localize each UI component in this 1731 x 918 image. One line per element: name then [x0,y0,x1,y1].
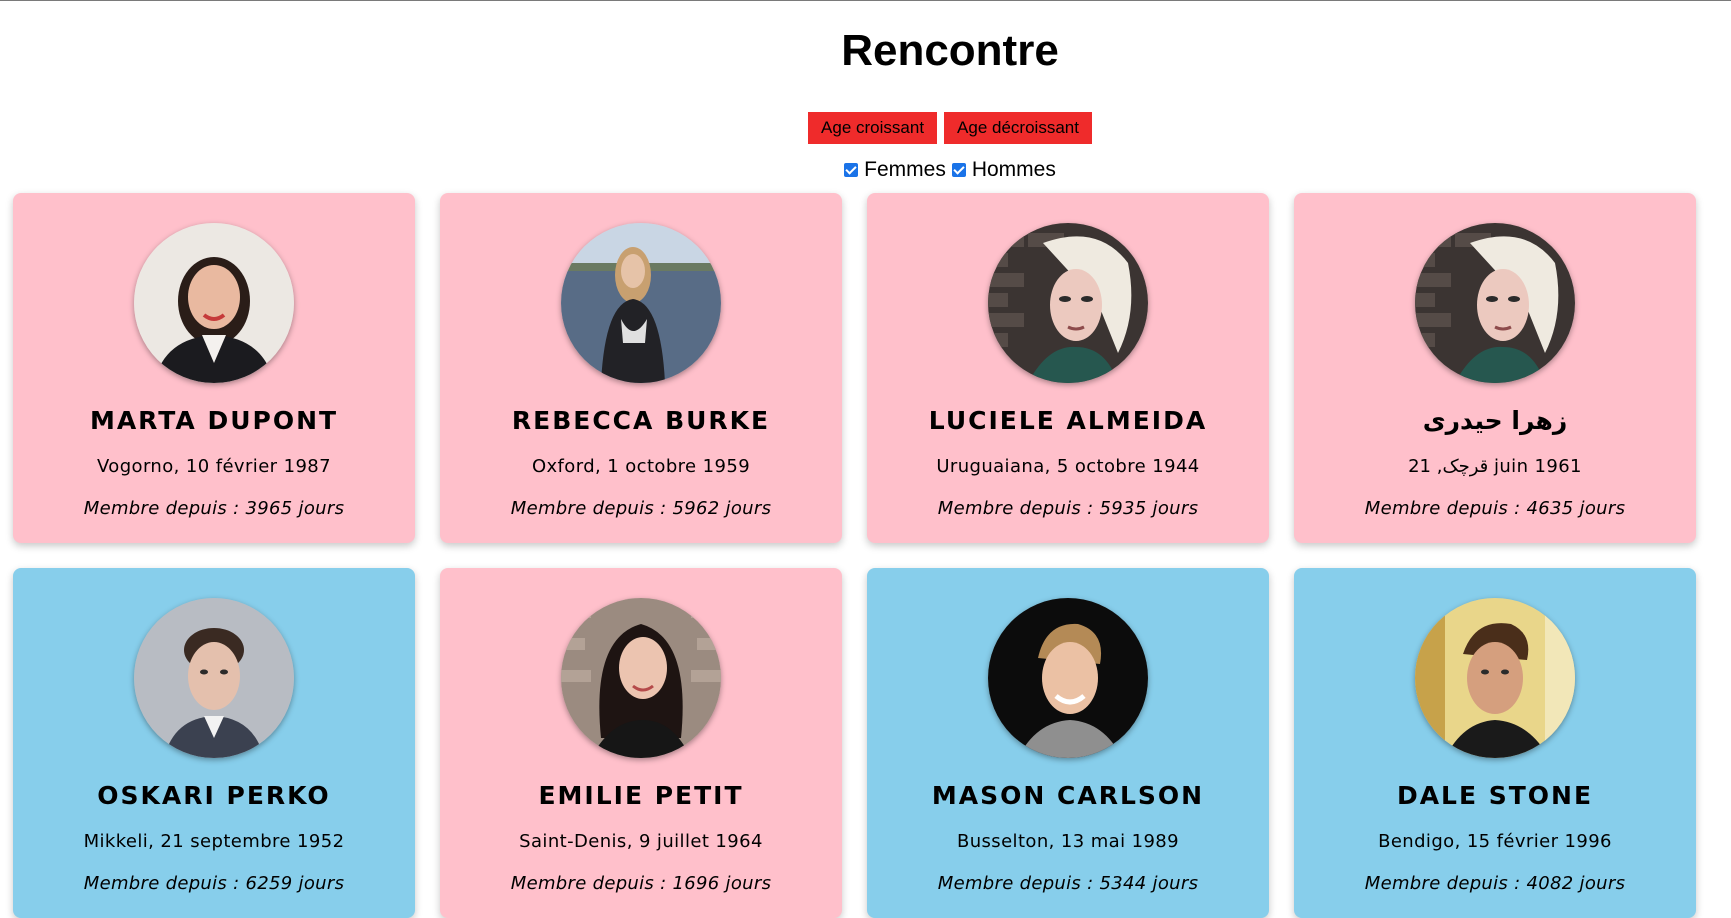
profile-name: زهرا حیدری [1422,406,1568,435]
profile-member-since: Membre depuis : 5344 jours [937,873,1199,894]
avatar [134,223,294,383]
profile-name: DALE STONE [1396,781,1594,810]
avatar [988,223,1148,383]
woman-platinum-hair-brick-wall-photo-icon [988,223,1148,383]
profile-birth: Bendigo, 15 février 1996 [1378,831,1612,852]
profile-member-since: Membre depuis : 4635 jours [1364,498,1626,519]
profile-member-since: Membre depuis : 4082 jours [1364,873,1626,894]
men-label: Hommes [971,158,1056,181]
profile-birth: Busselton, 13 mai 1989 [956,831,1180,852]
profile-card[interactable]: REBECCA BURKE Oxford, 1 octobre 1959 Mem… [440,193,842,543]
profile-name: LUCIELE ALMEIDA [928,406,1208,435]
woman-long-dark-hair-brick-photo-icon [561,598,721,758]
profile-name: MASON CARLSON [931,781,1205,810]
avatar [1415,223,1575,383]
men-checkbox[interactable] [951,163,966,177]
profile-member-since: Membre depuis : 6259 jours [83,873,345,894]
profile-card[interactable]: OSKARI PERKO Mikkeli, 21 septembre 1952 … [13,568,415,918]
profile-birth: Uruguaiana, 5 octobre 1944 [936,456,1200,477]
profile-name: REBECCA BURKE [511,406,771,435]
gender-filter: Femmes Hommes [0,158,1731,182]
filter-men[interactable]: Hommes [951,158,1056,182]
profile-name: MARTA DUPONT [89,406,339,435]
profile-card[interactable]: LUCIELE ALMEIDA Uruguaiana, 5 octobre 19… [867,193,1269,543]
profile-member-since: Membre depuis : 1696 jours [510,873,772,894]
profile-birth: Vogorno, 10 février 1987 [96,456,331,477]
profile-birth: Mikkeli, 21 septembre 1952 [83,831,345,852]
profile-name: OSKARI PERKO [97,781,331,810]
woman-platinum-hair-brick-wall-photo-icon [1415,223,1575,383]
avatar [1415,598,1575,758]
avatar [988,598,1148,758]
profile-member-since: Membre depuis : 3965 jours [83,498,345,519]
profile-card[interactable]: MARTA DUPONT Vogorno, 10 février 1987 Me… [13,193,415,543]
avatar [561,223,721,383]
women-checkbox[interactable] [844,163,859,177]
woman-dark-hair-blazer-photo-icon [134,223,294,383]
woman-blonde-riverside-photo-icon [561,223,721,383]
sort-age-descending-button[interactable]: Age décroissant [944,112,1092,144]
top-divider [0,0,1731,1]
profile-name: EMILIE PETIT [538,781,744,810]
avatar [561,598,721,758]
profile-card[interactable]: زهرا حیدری 21 ,قرچک juin 1961 Membre dep… [1294,193,1696,543]
profile-card[interactable]: EMILIE PETIT Saint-Denis, 9 juillet 1964… [440,568,842,918]
filter-women[interactable]: Femmes [844,158,946,182]
page-title: Rencontre [841,26,1059,75]
profile-grid: MARTA DUPONT Vogorno, 10 février 1987 Me… [13,193,1696,918]
profile-card[interactable]: MASON CARLSON Busselton, 13 mai 1989 Mem… [867,568,1269,918]
profile-card[interactable]: DALE STONE Bendigo, 15 février 1996 Memb… [1294,568,1696,918]
avatar [134,598,294,758]
sort-age-ascending-button[interactable]: Age croissant [808,112,938,144]
profile-birth: Saint-Denis, 9 juillet 1964 [519,831,763,852]
profile-member-since: Membre depuis : 5962 jours [510,498,772,519]
profile-member-since: Membre depuis : 5935 jours [937,498,1199,519]
man-suit-grey-background-photo-icon [134,598,294,758]
sort-toolbar: Age croissant Age décroissant [0,112,1731,144]
man-yellow-background-photo-icon [1415,598,1575,758]
profile-birth: 21 ,قرچک juin 1961 [1408,456,1582,477]
man-smiling-black-background-photo-icon [988,598,1148,758]
profile-birth: Oxford, 1 octobre 1959 [531,456,751,477]
women-label: Femmes [864,158,946,181]
